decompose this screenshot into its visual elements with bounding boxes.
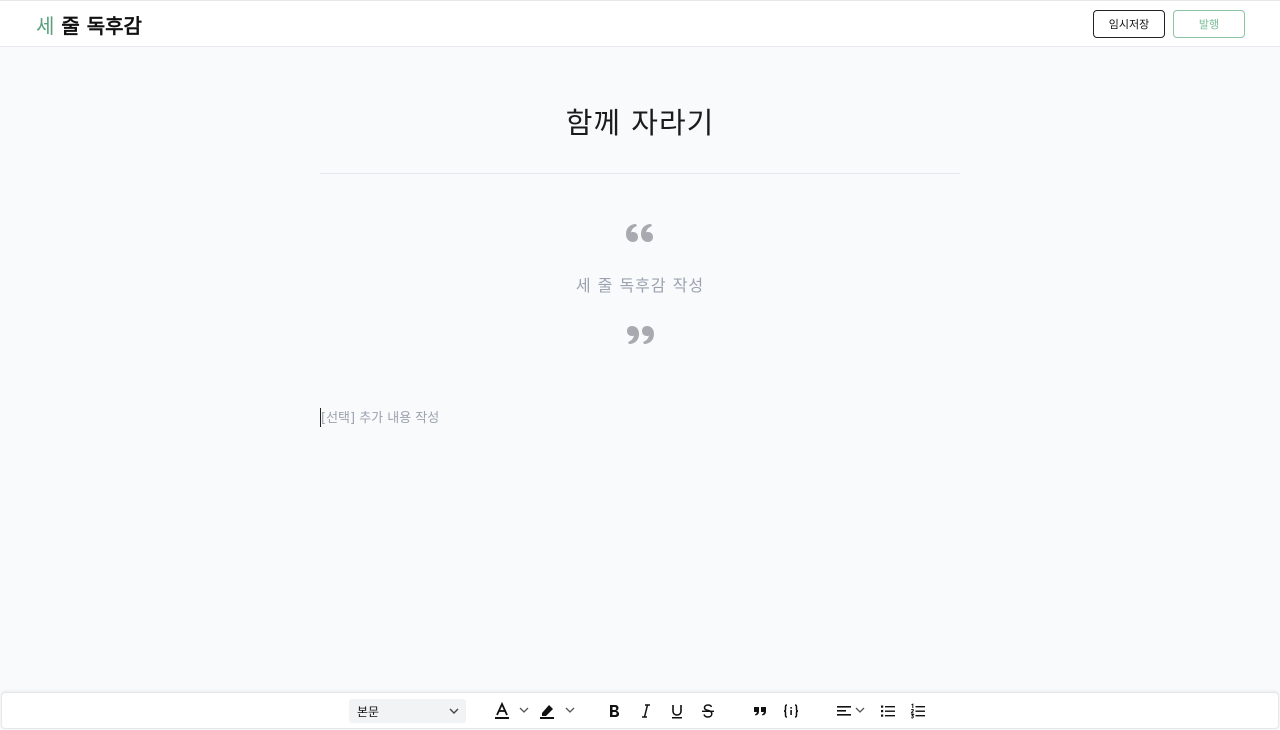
book-title: 함께 자라기 (565, 106, 715, 140)
app-window: 세 줄 독후감 임시저장 발행 함께 자라기 세 줄 독후감 작성 [선택] 추… (0, 0, 1280, 730)
three-line-review-input[interactable]: 세 줄 독후감 작성 (320, 272, 960, 296)
temp-save-button[interactable]: 임시저장 (1093, 10, 1165, 38)
blockquote-icon[interactable] (750, 701, 770, 721)
extra-content-placeholder: [선택] 추가 내용 작성 (321, 411, 440, 426)
top-header: 세 줄 독후감 임시저장 발행 (0, 0, 1280, 47)
ordered-list-icon[interactable] (908, 701, 928, 721)
extra-content-editor[interactable]: [선택] 추가 내용 작성 (320, 405, 960, 429)
logo-accent: 세 (36, 14, 55, 38)
title-divider (320, 173, 960, 174)
chevron-down-icon (449, 708, 459, 714)
chevron-down-icon[interactable] (565, 705, 575, 715)
text-color-icon[interactable] (492, 701, 512, 721)
formatting-toolbar: 본문 (1, 692, 1279, 729)
open-quote-icon (620, 218, 660, 248)
underline-icon[interactable] (667, 701, 687, 721)
bullet-list-icon[interactable] (878, 701, 898, 721)
code-block-icon[interactable] (781, 701, 801, 721)
italic-icon[interactable] (636, 701, 656, 721)
highlight-icon[interactable] (537, 701, 557, 721)
logo-text: 줄 독후감 (54, 14, 142, 38)
bold-icon[interactable] (604, 701, 624, 721)
strikethrough-icon[interactable] (698, 701, 718, 721)
chevron-down-icon[interactable] (519, 705, 529, 715)
text-style-select[interactable]: 본문 (349, 699, 466, 723)
align-left-icon[interactable] (834, 701, 854, 721)
logo[interactable]: 세 줄 독후감 (36, 10, 142, 39)
close-quote-icon (620, 320, 660, 350)
text-style-value: 본문 (357, 705, 380, 719)
publish-button[interactable]: 발행 (1173, 10, 1245, 38)
chevron-down-icon[interactable] (855, 705, 865, 715)
